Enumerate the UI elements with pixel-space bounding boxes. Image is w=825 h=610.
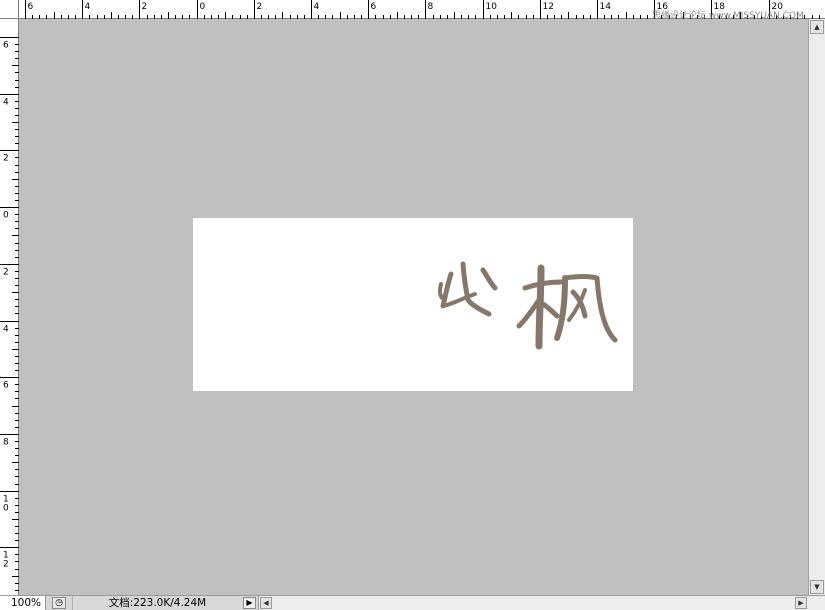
arrow-up-icon[interactable]: ▲ (810, 20, 824, 34)
watermark-text: 思缘设计论坛 www.MISSYUAN.COM (652, 11, 804, 21)
vertical-scrollbar[interactable]: ▲ ▼ (808, 19, 825, 595)
ruler-label-digit: 2 (3, 154, 9, 164)
document-size-info: 文档:223.0K/4.24M (72, 596, 242, 610)
ruler-label: 4 (85, 2, 91, 12)
vertical-ruler[interactable]: 642024681012 (0, 19, 19, 595)
ruler-label: 8 (428, 2, 434, 12)
ruler-label-digit: 8 (3, 438, 9, 448)
ruler-label-digit: 2 (3, 560, 9, 570)
vertical-ruler-ticks: 642024681012 (0, 37, 19, 591)
ruler-label: 0 (200, 2, 206, 12)
ruler-label: 10 (486, 2, 498, 12)
ruler-label-digit: 2 (3, 268, 9, 278)
status-menu-button[interactable]: ▶ (243, 597, 256, 609)
arrow-left-icon[interactable]: ◀ (260, 597, 272, 609)
ruler-label: 6 (371, 2, 377, 12)
calligraphy-artwork: 出枫 (438, 261, 618, 350)
arrow-right-icon[interactable]: ▶ (795, 597, 807, 609)
ruler-label: 2 (142, 2, 148, 12)
arrow-down-icon[interactable]: ▼ (810, 580, 824, 594)
ruler-origin-corner[interactable] (0, 0, 19, 19)
status-bar: 100% ◷ 文档:223.0K/4.24M ▶ ◀ ▶ (0, 595, 825, 610)
ruler-label-digit: 0 (3, 504, 9, 514)
ruler-label: 12 (543, 2, 554, 12)
ruler-label-digit: 6 (3, 381, 9, 391)
document-canvas[interactable]: 出枫 (193, 218, 633, 391)
ruler-label: 14 (600, 2, 612, 12)
ruler-label-digit: 0 (3, 211, 9, 221)
ruler-label: 4 (314, 2, 320, 12)
ruler-label-digit: 4 (3, 325, 9, 335)
clock-icon[interactable]: ◷ (52, 597, 66, 609)
ruler-label-digit: 6 (3, 41, 9, 51)
zoom-level-field[interactable]: 100% (0, 596, 46, 610)
canvas-workspace[interactable]: 出枫 (19, 19, 808, 595)
ruler-label-digit: 4 (3, 98, 9, 108)
ruler-label: 2 (257, 2, 263, 12)
ruler-label: 6 (28, 2, 34, 12)
horizontal-scrollbar[interactable]: ◀ ▶ (258, 596, 825, 610)
